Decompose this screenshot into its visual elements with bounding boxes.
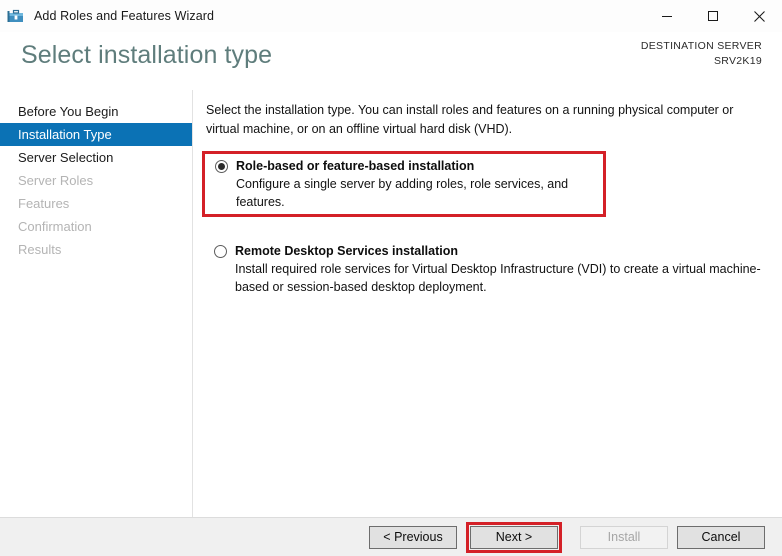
sidebar-item-results: Results bbox=[18, 242, 62, 257]
sidebar-item-server-roles: Server Roles bbox=[18, 173, 94, 188]
radio-role-based-installation[interactable] bbox=[215, 160, 228, 173]
wizard-toolbox-icon bbox=[7, 7, 25, 25]
option-remote-desktop-services[interactable]: Remote Desktop Services installation Ins… bbox=[206, 237, 762, 300]
wizard-window: Add Roles and Features Wizard Select ins… bbox=[0, 0, 782, 556]
option-role-based-installation[interactable]: Role-based or feature-based installation… bbox=[202, 151, 606, 217]
sidebar-item-installation-type[interactable]: Installation Type bbox=[0, 123, 192, 146]
wizard-footer: < Previous Next > Install Cancel bbox=[0, 517, 782, 556]
destination-server-label: DESTINATION SERVER bbox=[640, 40, 762, 52]
option-spacer bbox=[206, 225, 762, 237]
title-bar: Add Roles and Features Wizard bbox=[0, 0, 782, 32]
option-remote-desktop-label: Remote Desktop Services installation bbox=[235, 244, 458, 258]
wizard-header: Select installation type DESTINATION SER… bbox=[0, 32, 782, 90]
destination-server-value: SRV2K19 bbox=[713, 55, 762, 67]
window-controls bbox=[644, 0, 782, 32]
wizard-body: Before You Begin Installation Type Serve… bbox=[0, 90, 782, 517]
sidebar-item-confirmation: Confirmation bbox=[18, 219, 92, 234]
install-button: Install bbox=[580, 525, 668, 549]
window-title: Add Roles and Features Wizard bbox=[34, 9, 215, 23]
option-role-based-label: Role-based or feature-based installation bbox=[236, 159, 475, 173]
option-role-based-row[interactable]: Role-based or feature-based installation bbox=[207, 158, 603, 174]
sidebar-item-features: Features bbox=[18, 196, 70, 211]
minimize-icon[interactable] bbox=[644, 0, 690, 32]
intro-text: Select the installation type. You can in… bbox=[206, 103, 734, 136]
maximize-icon[interactable] bbox=[690, 0, 736, 32]
radio-remote-desktop-services[interactable] bbox=[214, 245, 227, 258]
next-button[interactable]: Next > bbox=[470, 525, 558, 549]
option-remote-desktop-description: Install required role services for Virtu… bbox=[235, 262, 761, 294]
close-icon[interactable] bbox=[736, 0, 782, 32]
next-button-highlight: Next > bbox=[466, 521, 562, 553]
sidebar-item-before-you-begin[interactable]: Before You Begin bbox=[0, 100, 192, 123]
destination-server: DESTINATION SERVER SRV2K19 bbox=[641, 39, 762, 69]
sidebar-item-server-selection[interactable]: Server Selection bbox=[0, 146, 192, 169]
wizard-navigation: Before You Begin Installation Type Serve… bbox=[0, 90, 193, 517]
option-role-based-description: Configure a single server by adding role… bbox=[236, 177, 569, 209]
previous-button[interactable]: < Previous bbox=[369, 525, 457, 549]
option-remote-desktop-row[interactable]: Remote Desktop Services installation bbox=[206, 243, 762, 259]
cancel-button[interactable]: Cancel bbox=[677, 525, 765, 549]
wizard-main-pane: Select the installation type. You can in… bbox=[193, 90, 782, 517]
